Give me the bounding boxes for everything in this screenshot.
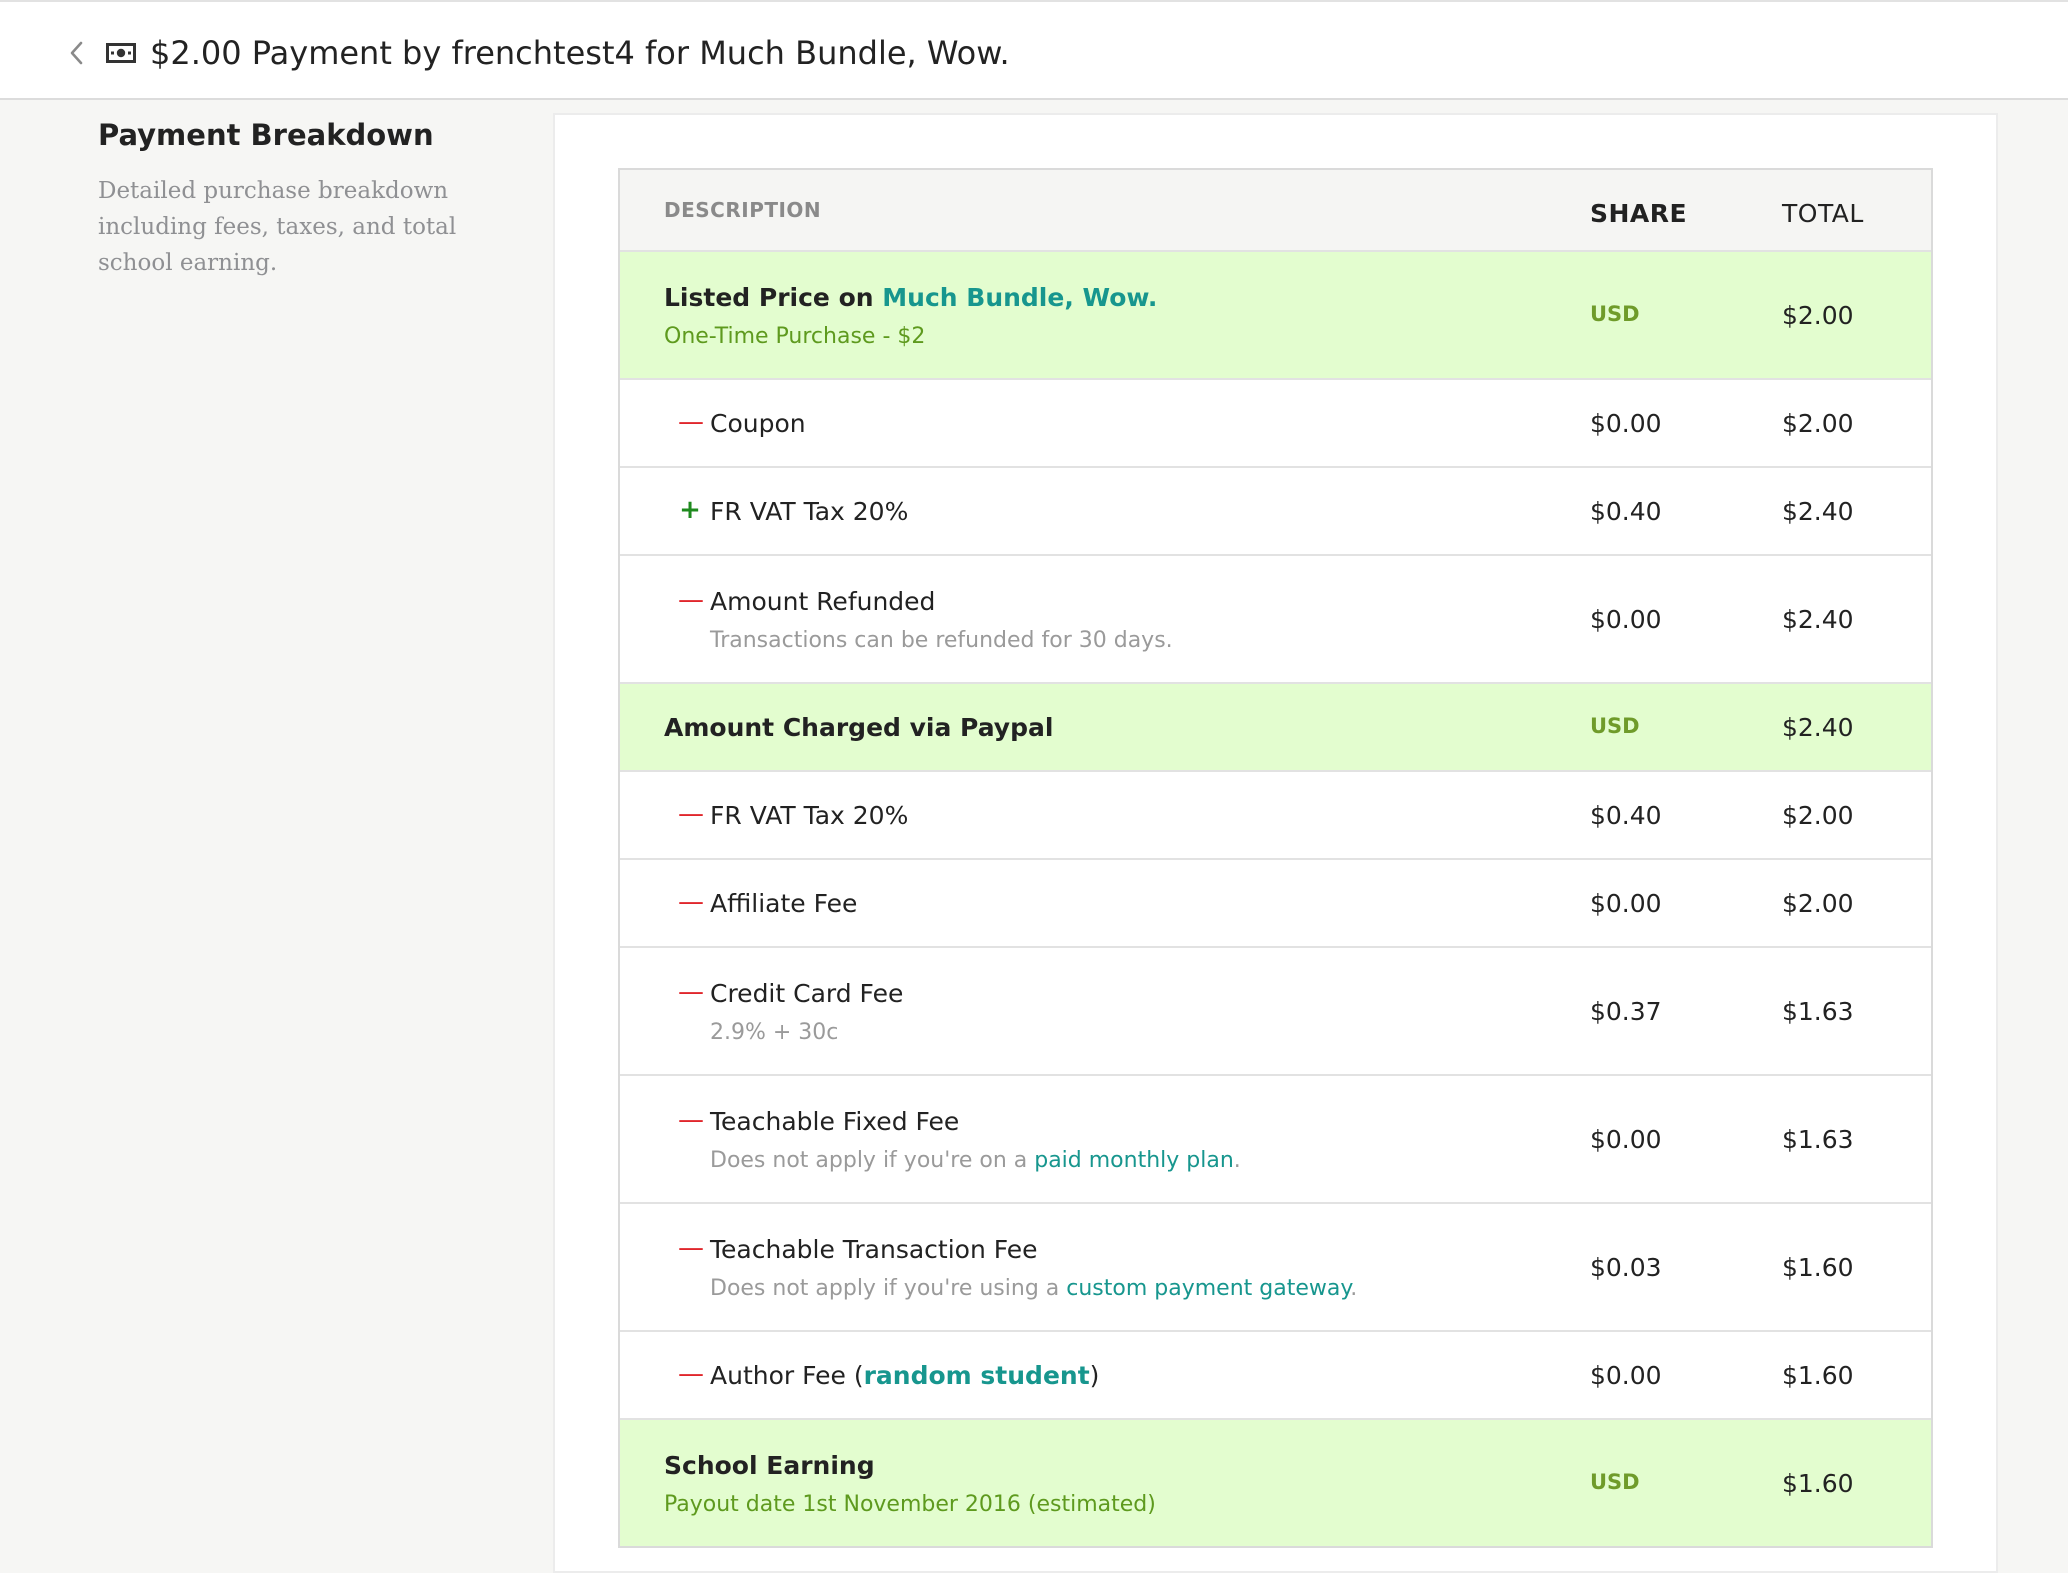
row-subtext: Does not apply if you're on a paid month… <box>710 1148 1241 1173</box>
custom-payment-gateway-link[interactable]: custom payment gateway <box>1066 1276 1350 1301</box>
row-total: $2.40 <box>1782 605 1854 634</box>
minus-icon: — <box>678 1105 704 1135</box>
amount-refunded-row: — Amount Refunded Transactions can be re… <box>620 554 1931 682</box>
row-label: FR VAT Tax 20% <box>710 497 909 526</box>
row-label: Amount Refunded <box>710 587 936 616</box>
minus-icon: — <box>678 1359 704 1389</box>
amount-charged-row: Amount Charged via Paypal USD $2.40 <box>620 682 1931 770</box>
row-total: $2.00 <box>1782 409 1854 438</box>
row-share: $0.00 <box>1590 409 1662 438</box>
credit-card-fee-row: — Credit Card Fee 2.9% + 30c $0.37 $1.63 <box>620 946 1931 1074</box>
row-share: $0.00 <box>1590 889 1662 918</box>
minus-icon: — <box>678 1233 704 1263</box>
table-header: DESCRIPTION SHARE TOTAL <box>620 170 1931 250</box>
column-header-description: DESCRIPTION <box>664 198 822 222</box>
minus-icon: — <box>678 585 704 615</box>
random-student-link[interactable]: random student <box>864 1361 1090 1390</box>
row-share: $0.03 <box>1590 1253 1662 1282</box>
column-header-total: TOTAL <box>1782 199 1864 228</box>
row-label: Teachable Transaction Fee <box>710 1235 1038 1264</box>
row-share: $0.00 <box>1590 605 1662 634</box>
row-label: Listed Price on Much Bundle, Wow. <box>664 283 1158 312</box>
row-label: Teachable Fixed Fee <box>710 1107 960 1136</box>
row-label: Coupon <box>710 409 806 438</box>
author-fee-row: — Author Fee (random student) $0.00 $1.6… <box>620 1330 1931 1418</box>
currency-label: USD <box>1590 1470 1640 1494</box>
section-description: Detailed purchase breakdown including fe… <box>98 178 457 276</box>
page-title: $2.00 Payment by frenchtest4 for Much Bu… <box>150 34 1010 72</box>
currency-label: USD <box>1590 714 1640 738</box>
row-share: $0.00 <box>1590 1361 1662 1390</box>
school-earning-row: School Earning Payout date 1st November … <box>620 1418 1931 1546</box>
teachable-fixed-fee-row: — Teachable Fixed Fee Does not apply if … <box>620 1074 1931 1202</box>
row-subtext: Does not apply if you're using a custom … <box>710 1276 1358 1301</box>
row-label: School Earning <box>664 1451 875 1480</box>
row-total: $1.60 <box>1782 1361 1854 1390</box>
row-total: $2.40 <box>1782 713 1854 742</box>
paid-monthly-plan-link[interactable]: paid monthly plan <box>1034 1148 1234 1173</box>
section-title: Payment Breakdown <box>98 118 434 152</box>
vat-tax-add-row: + FR VAT Tax 20% $0.40 $2.40 <box>620 466 1931 554</box>
row-total: $1.63 <box>1782 1125 1854 1154</box>
row-subtext: Transactions can be refunded for 30 days… <box>710 628 1173 653</box>
row-share: $0.37 <box>1590 997 1662 1026</box>
row-share: $0.00 <box>1590 1125 1662 1154</box>
row-subtext: Payout date 1st November 2016 (estimated… <box>664 1492 1156 1517</box>
top-bar: $2.00 Payment by frenchtest4 for Much Bu… <box>0 0 2068 100</box>
row-label: Author Fee (random student) <box>710 1361 1100 1390</box>
row-total: $1.60 <box>1782 1469 1854 1498</box>
row-label: Amount Charged via Paypal <box>664 713 1054 742</box>
row-total: $1.60 <box>1782 1253 1854 1282</box>
row-subtext: 2.9% + 30c <box>710 1020 839 1045</box>
row-share: $0.40 <box>1590 497 1662 526</box>
currency-label: USD <box>1590 302 1640 326</box>
row-total: $2.00 <box>1782 801 1854 830</box>
row-label: Credit Card Fee <box>710 979 904 1008</box>
column-header-share: SHARE <box>1590 199 1688 228</box>
affiliate-fee-row: — Affiliate Fee $0.00 $2.00 <box>620 858 1931 946</box>
minus-icon: — <box>678 407 704 437</box>
minus-icon: — <box>678 977 704 1007</box>
vat-tax-subtract-row: — FR VAT Tax 20% $0.40 $2.00 <box>620 770 1931 858</box>
row-total: $2.00 <box>1782 301 1854 330</box>
row-label: FR VAT Tax 20% <box>710 801 909 830</box>
row-label: Affiliate Fee <box>710 889 858 918</box>
row-share: $0.40 <box>1590 801 1662 830</box>
minus-icon: — <box>678 799 704 829</box>
row-total: $2.40 <box>1782 497 1854 526</box>
back-chevron-icon[interactable] <box>64 40 90 66</box>
banknote-icon <box>106 43 136 63</box>
product-link[interactable]: Much Bundle, Wow. <box>882 283 1157 312</box>
plus-icon: + <box>679 495 701 525</box>
row-total: $2.00 <box>1782 889 1854 918</box>
teachable-transaction-fee-row: — Teachable Transaction Fee Does not app… <box>620 1202 1931 1330</box>
listed-price-row: Listed Price on Much Bundle, Wow. One-Ti… <box>620 250 1931 378</box>
minus-icon: — <box>678 887 704 917</box>
coupon-row: — Coupon $0.00 $2.00 <box>620 378 1931 466</box>
row-subtext: One-Time Purchase - $2 <box>664 324 926 349</box>
breakdown-table: DESCRIPTION SHARE TOTAL Listed Price on … <box>618 168 1933 1548</box>
row-total: $1.63 <box>1782 997 1854 1026</box>
